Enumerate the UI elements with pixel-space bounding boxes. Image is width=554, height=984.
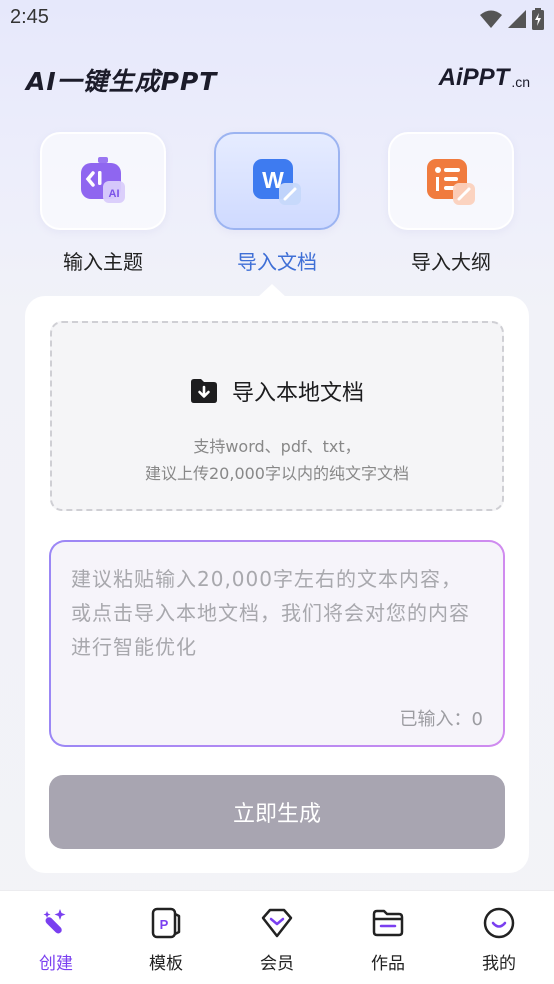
svg-text:AI: AI: [109, 188, 120, 200]
brand-main: PPT: [462, 64, 510, 91]
upload-dropzone[interactable]: 导入本地文档 支持word、pdf、txt， 建议上传20,000字以内的纯文字…: [50, 321, 504, 511]
status-bar: 2:45: [0, 0, 554, 38]
diamond-icon: [261, 908, 293, 938]
upload-hint-limit: 建议上传20,000字以内的纯文字文档: [145, 464, 409, 483]
magic-wand-icon: [43, 909, 66, 934]
ppt-template-icon: P: [151, 907, 181, 939]
robot-ai-icon: AI: [81, 157, 125, 203]
smile-profile-icon: [483, 907, 515, 939]
wifi-icon: [480, 10, 502, 28]
tab-import-outline[interactable]: 导入大纲: [388, 132, 514, 275]
nav-works[interactable]: 作品: [348, 905, 428, 974]
char-count-label: 已输入：: [399, 709, 472, 730]
tab-label: 输入主题: [63, 250, 143, 274]
tab-label: 导入大纲: [411, 250, 491, 274]
battery-icon: [532, 8, 544, 30]
signal-icon: [508, 10, 526, 28]
outline-list-icon: [427, 159, 475, 205]
tab-card: W: [214, 132, 340, 230]
tab-input-topic[interactable]: AI 输入主题: [40, 132, 166, 275]
nav-label: 创建: [39, 954, 73, 974]
word-document-icon: W: [253, 159, 301, 205]
brand-suffix: .cn: [511, 74, 530, 90]
nav-templates[interactable]: P 模板: [126, 905, 206, 974]
folder-download-icon: [190, 379, 217, 403]
status-time: 2:45: [10, 6, 49, 28]
upload-title: 导入本地文档: [231, 381, 364, 406]
nav-membership[interactable]: 会员: [237, 905, 317, 974]
tab-label: 导入文档: [237, 250, 317, 274]
app-title: AI一键生成PPT: [26, 67, 218, 96]
brand-prefix: Ai: [438, 64, 463, 91]
folder-icon: [372, 909, 404, 937]
nav-profile[interactable]: 我的: [459, 905, 539, 974]
nav-label: 作品: [371, 954, 405, 974]
nav-label: 我的: [482, 954, 516, 974]
status-icons: [480, 8, 544, 30]
bottom-nav: 创建 P 模板 会员 作品 我的: [0, 890, 554, 984]
nav-label: 会员: [260, 954, 294, 974]
generate-button[interactable]: 立即生成: [49, 775, 505, 849]
nav-create[interactable]: 创建: [16, 905, 96, 974]
tab-card: AI: [40, 132, 166, 230]
char-count-value: 0: [471, 709, 483, 730]
text-input-placeholder: 建议粘贴输入20,000字左右的文本内容，或点击导入本地文档，我们将会对您的内容…: [71, 567, 470, 659]
brand-logo: Ai PPT .cn: [439, 64, 530, 92]
upload-hint-formats: 支持word、pdf、txt，: [193, 437, 361, 456]
svg-text:P: P: [160, 917, 169, 932]
nav-label: 模板: [149, 954, 183, 974]
char-count: 已输入：0: [400, 705, 483, 731]
text-input-field[interactable]: 建议粘贴输入20,000字左右的文本内容，或点击导入本地文档，我们将会对您的内容…: [51, 542, 503, 745]
tab-import-document[interactable]: W 导入文档: [214, 132, 340, 275]
upload-title-row: 导入本地文档: [52, 375, 502, 407]
tab-card: [388, 132, 514, 230]
text-input-border: 建议粘贴输入20,000字左右的文本内容，或点击导入本地文档，我们将会对您的内容…: [49, 540, 505, 747]
